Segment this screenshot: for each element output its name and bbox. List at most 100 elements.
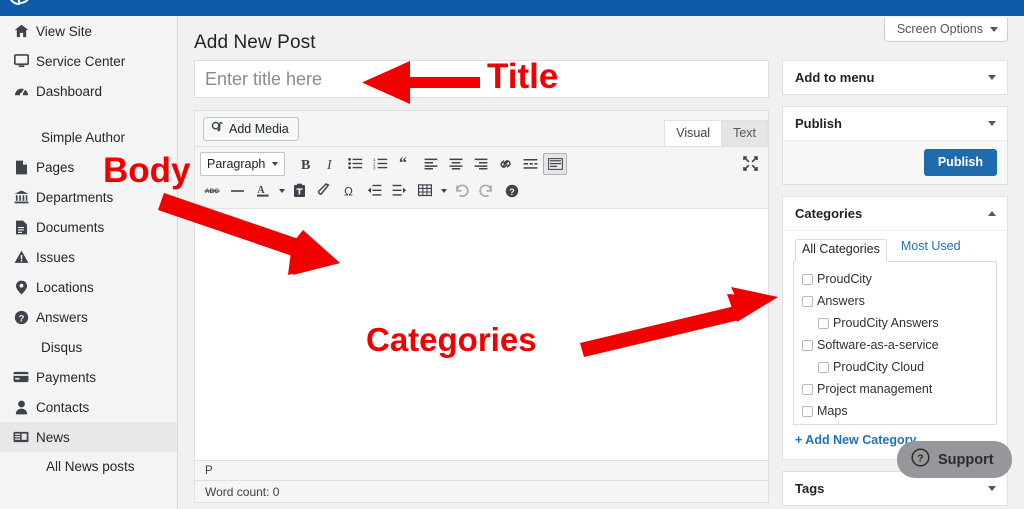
user-icon [11, 398, 31, 416]
sidebar-item-dashboard[interactable]: Dashboard [0, 76, 177, 106]
chevron-down-icon [278, 188, 285, 193]
undo-icon[interactable] [449, 178, 474, 203]
category-row[interactable]: ProudCity [802, 268, 988, 290]
category-row[interactable]: ProudCity Answers [802, 312, 988, 334]
blockquote-icon[interactable]: “ [393, 151, 418, 176]
align-center-icon[interactable] [443, 151, 468, 176]
outdent-icon[interactable] [362, 178, 387, 203]
add-media-button[interactable]: Add Media [203, 116, 299, 141]
sidebar-item-label: Payments [36, 369, 97, 385]
horizontal-rule-icon[interactable] [225, 178, 250, 203]
sidebar-item-disqus[interactable]: Disqus [0, 332, 177, 362]
category-checkbox[interactable] [802, 295, 813, 307]
sidebar-item-answers[interactable]: ? Answers [0, 302, 177, 332]
chevron-down-icon [272, 161, 278, 166]
link-icon[interactable] [493, 151, 518, 176]
sidebar-item-label: Contacts [36, 399, 90, 415]
strikethrough-icon[interactable]: ABC [200, 178, 225, 203]
chevron-up-icon[interactable] [988, 211, 996, 216]
publish-button[interactable]: Publish [923, 149, 997, 176]
italic-icon[interactable]: I [318, 151, 343, 176]
category-label: ProudCity Cloud [833, 360, 925, 374]
redo-icon[interactable] [474, 178, 499, 203]
toolbar-row-2: ABC A Ω ? [200, 177, 763, 204]
chevron-down-icon[interactable] [988, 75, 996, 80]
category-checkbox[interactable] [802, 339, 813, 351]
category-checkbox[interactable] [818, 361, 829, 373]
sidebar-subitem-label: All News posts [46, 458, 135, 474]
category-row[interactable]: ProudCity Cloud [802, 356, 988, 378]
category-row[interactable]: Software-as-a-service [802, 334, 988, 356]
body-annotation-label: Body [103, 151, 191, 190]
toolbar-toggle-icon[interactable] [543, 152, 567, 175]
category-checkbox[interactable] [802, 383, 813, 395]
chevron-down-icon[interactable] [988, 486, 996, 491]
svg-text:?: ? [509, 186, 515, 196]
svg-text:I: I [326, 158, 333, 171]
sidebar-item-label: Issues [36, 249, 76, 265]
post-editor: Add Media Visual Text Paragraph B I 1 2 … [194, 110, 769, 503]
tab-text[interactable]: Text [721, 120, 768, 146]
sidebar-item-payments[interactable]: Payments [0, 362, 177, 392]
svg-text:3: 3 [373, 166, 376, 170]
sidebar-item-documents[interactable]: Documents [0, 212, 177, 242]
category-label: Maps [817, 404, 848, 418]
category-row[interactable]: Maps [802, 400, 988, 422]
publish-panel-header[interactable]: Publish [783, 107, 1007, 141]
align-left-icon[interactable] [418, 151, 443, 176]
home-icon [11, 22, 31, 40]
category-row[interactable]: Answers [802, 290, 988, 312]
text-color-dropdown-icon[interactable] [275, 178, 287, 203]
screen-options-label: Screen Options [896, 22, 983, 36]
category-checkbox[interactable] [802, 273, 813, 285]
categories-checklist[interactable]: ProudCity Answers ProudCity Answers Soft… [793, 261, 997, 425]
sidebar-item-issues[interactable]: Issues [0, 242, 177, 272]
sidebar-divider-gap [0, 106, 177, 122]
sidebar-item-contacts[interactable]: Contacts [0, 392, 177, 422]
post-title-input[interactable]: Enter title here [194, 60, 769, 98]
help-icon[interactable]: ? [499, 178, 524, 203]
align-right-icon[interactable] [468, 151, 493, 176]
svg-text:Ω: Ω [344, 184, 353, 197]
format-select[interactable]: Paragraph [200, 151, 285, 176]
categories-panel-header[interactable]: Categories [783, 197, 1007, 231]
table-icon[interactable] [412, 178, 437, 203]
category-row[interactable]: Project management [802, 378, 988, 400]
sidebar-subitem-all-news-posts[interactable]: All News posts [0, 452, 177, 480]
text-color-icon[interactable]: A [250, 178, 275, 203]
monitor-icon [11, 52, 31, 70]
tab-all-categories[interactable]: All Categories [795, 239, 887, 262]
support-widget-button[interactable]: ? Support [897, 441, 1012, 478]
sidebar-item-locations[interactable]: Locations [0, 272, 177, 302]
svg-text:B: B [301, 158, 310, 171]
category-checkbox[interactable] [818, 317, 829, 329]
numbered-list-icon[interactable]: 123 [368, 151, 393, 176]
tab-visual[interactable]: Visual [664, 120, 723, 146]
sidebar-item-service-center[interactable]: Service Center [0, 46, 177, 76]
add-to-menu-panel-header[interactable]: Add to menu [783, 61, 1007, 94]
special-character-icon[interactable]: Ω [337, 178, 362, 203]
indent-icon[interactable] [387, 178, 412, 203]
bulleted-list-icon[interactable] [343, 151, 368, 176]
categories-panel-body: All Categories Most Used ProudCity Answe… [783, 231, 1007, 459]
toolbar-row-1: Paragraph B I 123 “ [200, 150, 763, 177]
sidebar-item-label: Service Center [36, 53, 126, 69]
bold-icon[interactable]: B [293, 151, 318, 176]
categories-annotation-label: Categories [366, 321, 537, 358]
title-annotation-label: Title [487, 57, 559, 96]
screen-options-toggle[interactable]: Screen Options [883, 18, 1008, 42]
leaf-logo-icon[interactable] [2, 0, 38, 14]
chevron-down-icon[interactable] [988, 121, 996, 126]
sidebar-item-label: Dashboard [36, 83, 103, 99]
sidebar-item-view-site[interactable]: View Site [0, 16, 177, 46]
paste-as-text-icon[interactable] [287, 178, 312, 203]
tab-most-used[interactable]: Most Used [901, 239, 961, 261]
card-icon [11, 368, 31, 386]
table-dropdown-icon[interactable] [437, 178, 449, 203]
read-more-icon[interactable] [518, 151, 543, 176]
publish-panel-body: Publish [783, 141, 1007, 184]
fullscreen-icon[interactable] [738, 151, 763, 176]
clear-formatting-icon[interactable] [312, 178, 337, 203]
category-checkbox[interactable] [802, 405, 813, 417]
sidebar-item-news[interactable]: News [0, 422, 177, 452]
